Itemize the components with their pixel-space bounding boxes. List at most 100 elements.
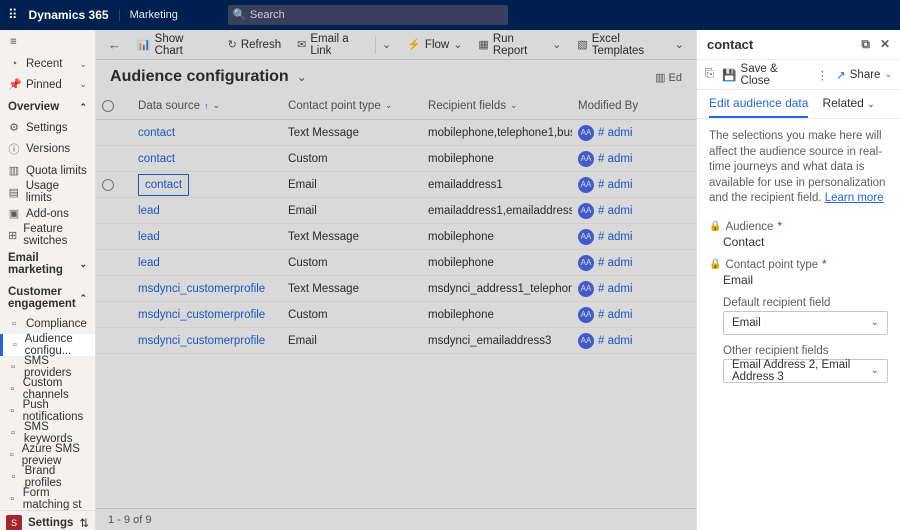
avatar: AA <box>578 229 594 245</box>
table-row[interactable]: msdynci_customerprofileCustommobilephone… <box>96 302 696 328</box>
nav-usage[interactable]: ▤Usage limits <box>0 181 95 203</box>
new-record-icon[interactable]: ⎘ <box>705 68 714 81</box>
table-row[interactable]: leadEmailemailaddress1,emailaddress2,e..… <box>96 198 696 224</box>
cell-modified-by[interactable]: AA# admi <box>572 307 692 323</box>
table-row[interactable]: contact Emailemailaddress1AA# admi <box>96 172 696 198</box>
data-source-link[interactable]: lead <box>138 205 160 217</box>
data-source-link[interactable]: lead <box>138 257 160 269</box>
row-select-radio[interactable] <box>102 179 114 191</box>
learn-more-link[interactable]: Learn more <box>825 192 884 204</box>
chevron-down-icon: ⌄ <box>871 365 879 376</box>
area-switcher[interactable]: S Settings ⇅ <box>0 510 95 530</box>
sort-asc-icon: ↑ <box>204 101 209 111</box>
tab-edit-audience[interactable]: Edit audience data <box>709 96 808 118</box>
popout-icon[interactable]: ⧉ <box>861 37 870 52</box>
avatar: AA <box>578 255 594 271</box>
nav-compliance[interactable]: ▫Compliance <box>0 314 95 334</box>
global-search-input[interactable] <box>228 5 508 25</box>
nav-versions[interactable]: ⓘVersions <box>0 138 95 160</box>
chevron-down-icon: ⌄ <box>552 38 561 51</box>
area-label: Settings <box>28 517 73 529</box>
nav-group-overview[interactable]: Overview⌃ <box>0 95 95 117</box>
select-all-radio[interactable] <box>102 100 114 112</box>
toggle-icon: ⊞ <box>8 229 17 242</box>
nav-group-ce[interactable]: Customer engagement⌃ <box>0 280 95 314</box>
chevron-down-icon: ⌄ <box>453 38 462 51</box>
nav-settings[interactable]: ⚙Settings <box>0 117 95 138</box>
nav-brand-profiles[interactable]: ▫Brand profiles <box>0 466 95 488</box>
col-modified-by[interactable]: Modified By <box>572 100 692 112</box>
cell-cpt: Email <box>282 335 422 347</box>
more-commands-icon[interactable]: ⋮ <box>817 68 829 82</box>
info-hint: The selections you make here will affect… <box>709 129 888 207</box>
chevron-down-icon[interactable]: ⌄ <box>297 70 307 84</box>
back-button[interactable]: ← <box>102 30 127 59</box>
cell-modified-by[interactable]: AA# admi <box>572 333 692 349</box>
col-recipient[interactable]: Recipient fields⌄ <box>422 100 572 112</box>
other-recipient-select[interactable]: Email Address 2, Email Address 3⌄ <box>723 359 888 383</box>
cell-modified-by[interactable]: AA# admi <box>572 229 692 245</box>
table-row[interactable]: contactText Messagemobilephone,telephone… <box>96 120 696 146</box>
app-launcher-icon[interactable]: ⠿ <box>8 7 19 23</box>
cell-recipient: emailaddress1 <box>422 179 572 191</box>
form-icon: ▫ <box>8 493 17 505</box>
col-data-source[interactable]: Data source ↑⌄ <box>132 100 282 112</box>
data-source-link[interactable]: lead <box>138 231 160 243</box>
nav-pinned[interactable]: 📌Pinned⌄ <box>0 74 95 95</box>
tab-related[interactable]: Related ⌄ <box>822 96 874 118</box>
data-source-link[interactable]: contact <box>138 153 175 165</box>
cell-modified-by[interactable]: AA# admi <box>572 177 692 193</box>
data-source-link[interactable]: msdynci_customerprofile <box>138 283 265 295</box>
cell-modified-by[interactable]: AA# admi <box>572 125 692 141</box>
cell-cpt: Email <box>282 179 422 191</box>
cell-modified-by[interactable]: AA# admi <box>572 203 692 219</box>
cell-cpt: Custom <box>282 153 422 165</box>
cmd-run-report[interactable]: ▦Run Report⌄ <box>472 30 567 59</box>
nav-quota[interactable]: ▥Quota limits <box>0 160 95 181</box>
cell-modified-by[interactable]: AA# admi <box>572 151 692 167</box>
field-label-other-recipient: Other recipient fields <box>723 345 828 357</box>
data-source-link[interactable]: contact <box>138 127 175 139</box>
save-close-button[interactable]: 💾Save & Close <box>722 63 808 87</box>
table-row[interactable]: contactCustommobilephoneAA# admi <box>96 146 696 172</box>
table-row[interactable]: leadText MessagemobilephoneAA# admi <box>96 224 696 250</box>
cell-modified-by[interactable]: AA# admi <box>572 281 692 297</box>
table-row[interactable]: leadCustommobilephoneAA# admi <box>96 250 696 276</box>
cmd-show-chart[interactable]: 📊Show Chart <box>131 30 218 59</box>
data-source-link[interactable]: msdynci_customerprofile <box>138 309 265 321</box>
chevron-down-icon: ⌄ <box>510 100 518 111</box>
data-source-link[interactable]: contact <box>138 174 189 196</box>
cell-modified-by[interactable]: AA# admi <box>572 255 692 271</box>
nav-addons[interactable]: ▣Add-ons <box>0 203 95 224</box>
table-row[interactable]: msdynci_customerprofileEmailmsdynci_emai… <box>96 328 696 354</box>
col-cpt[interactable]: Contact point type⌄ <box>282 100 422 112</box>
edit-columns-button[interactable]: ▥ Ed <box>655 71 682 84</box>
table-row[interactable]: msdynci_customerprofileText Messagemsdyn… <box>96 276 696 302</box>
nav-feature-switches[interactable]: ⊞Feature switches <box>0 224 95 246</box>
close-icon[interactable]: ✕ <box>880 37 890 52</box>
nav-custom-channels[interactable]: ▫Custom channels <box>0 378 95 400</box>
nav-form-matching[interactable]: ▫Form matching st <box>0 488 95 510</box>
global-topbar: ⠿ Dynamics 365 Marketing 🔍 <box>0 0 900 30</box>
module-name: Marketing <box>119 9 178 21</box>
nav-group-email[interactable]: Email marketing⌄ <box>0 246 95 280</box>
share-button[interactable]: ↗Share⌄ <box>836 68 892 82</box>
default-recipient-select[interactable]: Email⌄ <box>723 311 888 335</box>
cmd-flow[interactable]: ⚡Flow⌄ <box>401 30 468 59</box>
nav-collapse-button[interactable]: ≡ <box>0 30 95 54</box>
cmd-email-link[interactable]: ✉Email a Link⌄ <box>291 30 397 59</box>
nav-recent[interactable]: ◔Recent⌄ <box>0 54 95 74</box>
cmd-excel-templates[interactable]: ▧Excel Templates⌄ <box>571 30 690 59</box>
cmd-refresh[interactable]: ↻Refresh <box>222 30 288 59</box>
cell-recipient: mobilephone <box>422 309 572 321</box>
nav-azure-sms[interactable]: ▫Azure SMS preview <box>0 444 95 466</box>
nav-sms-keywords[interactable]: ▫SMS keywords <box>0 422 95 444</box>
addon-icon: ▣ <box>8 207 20 220</box>
nav-push[interactable]: ▫Push notifications <box>0 400 95 422</box>
chevron-down-icon: ⌄ <box>213 100 221 111</box>
data-source-link[interactable]: msdynci_customerprofile <box>138 335 265 347</box>
avatar: AA <box>578 151 594 167</box>
nav-sms-providers[interactable]: ▫SMS providers <box>0 356 95 378</box>
view-title[interactable]: Audience configuration <box>110 68 289 86</box>
nav-audience-config[interactable]: ▫Audience configu... <box>0 334 95 356</box>
